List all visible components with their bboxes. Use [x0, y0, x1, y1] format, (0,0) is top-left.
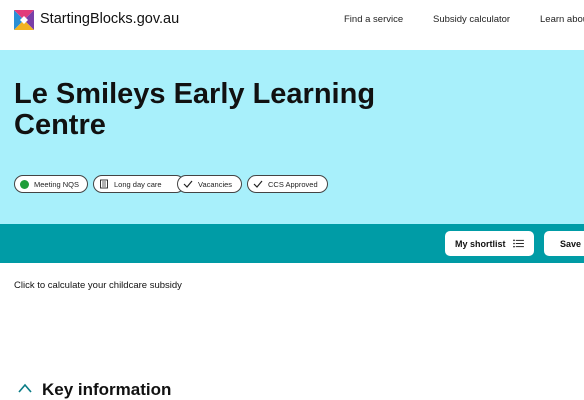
tag-vacancies: Vacancies	[177, 175, 242, 193]
save-button[interactable]: Save	[544, 231, 584, 256]
checkmark-icon	[183, 180, 193, 188]
my-shortlist-button[interactable]: My shortlist	[445, 231, 534, 256]
nav-learn-about[interactable]: Learn abou	[540, 14, 584, 25]
tag-label: Long day care	[114, 179, 162, 189]
site-brand-link[interactable]: StartingBlocks.gov.au	[40, 11, 179, 27]
tag-ccs-approved: CCS Approved	[247, 175, 328, 193]
tag-label: CCS Approved	[268, 179, 318, 189]
logo-icon[interactable]	[14, 10, 34, 30]
list-icon	[512, 239, 524, 248]
home-icon	[18, 383, 32, 393]
building-icon	[100, 179, 108, 189]
subsidy-calculator-link[interactable]: Click to calculate your childcare subsid…	[0, 263, 584, 309]
checkmark-icon	[253, 180, 263, 188]
tag-label: Vacancies	[198, 179, 233, 189]
content-area	[0, 309, 584, 389]
my-shortlist-label: My shortlist	[455, 238, 506, 249]
section-heading: Key information	[42, 380, 172, 399]
action-bar: My shortlist Save	[0, 224, 584, 263]
save-label: Save	[560, 238, 582, 249]
tag-meeting-nqs: Meeting NQS	[14, 175, 88, 193]
nav-subsidy-calculator[interactable]: Subsidy calculator	[433, 14, 510, 25]
page-title: Le Smileys Early Learning Centre	[14, 78, 376, 141]
tag-long-day-care: Long day care	[93, 175, 185, 193]
hero-banner: Le Smileys Early Learning Centre Meeting…	[0, 50, 584, 224]
nqs-status-dot-icon	[20, 179, 29, 189]
nav-find-a-service[interactable]: Find a service	[344, 14, 403, 25]
subsidy-link-text: Click to calculate your childcare subsid…	[14, 280, 182, 291]
tag-label: Meeting NQS	[34, 179, 80, 189]
site-header: StartingBlocks.gov.au Find a service Sub…	[0, 0, 584, 50]
